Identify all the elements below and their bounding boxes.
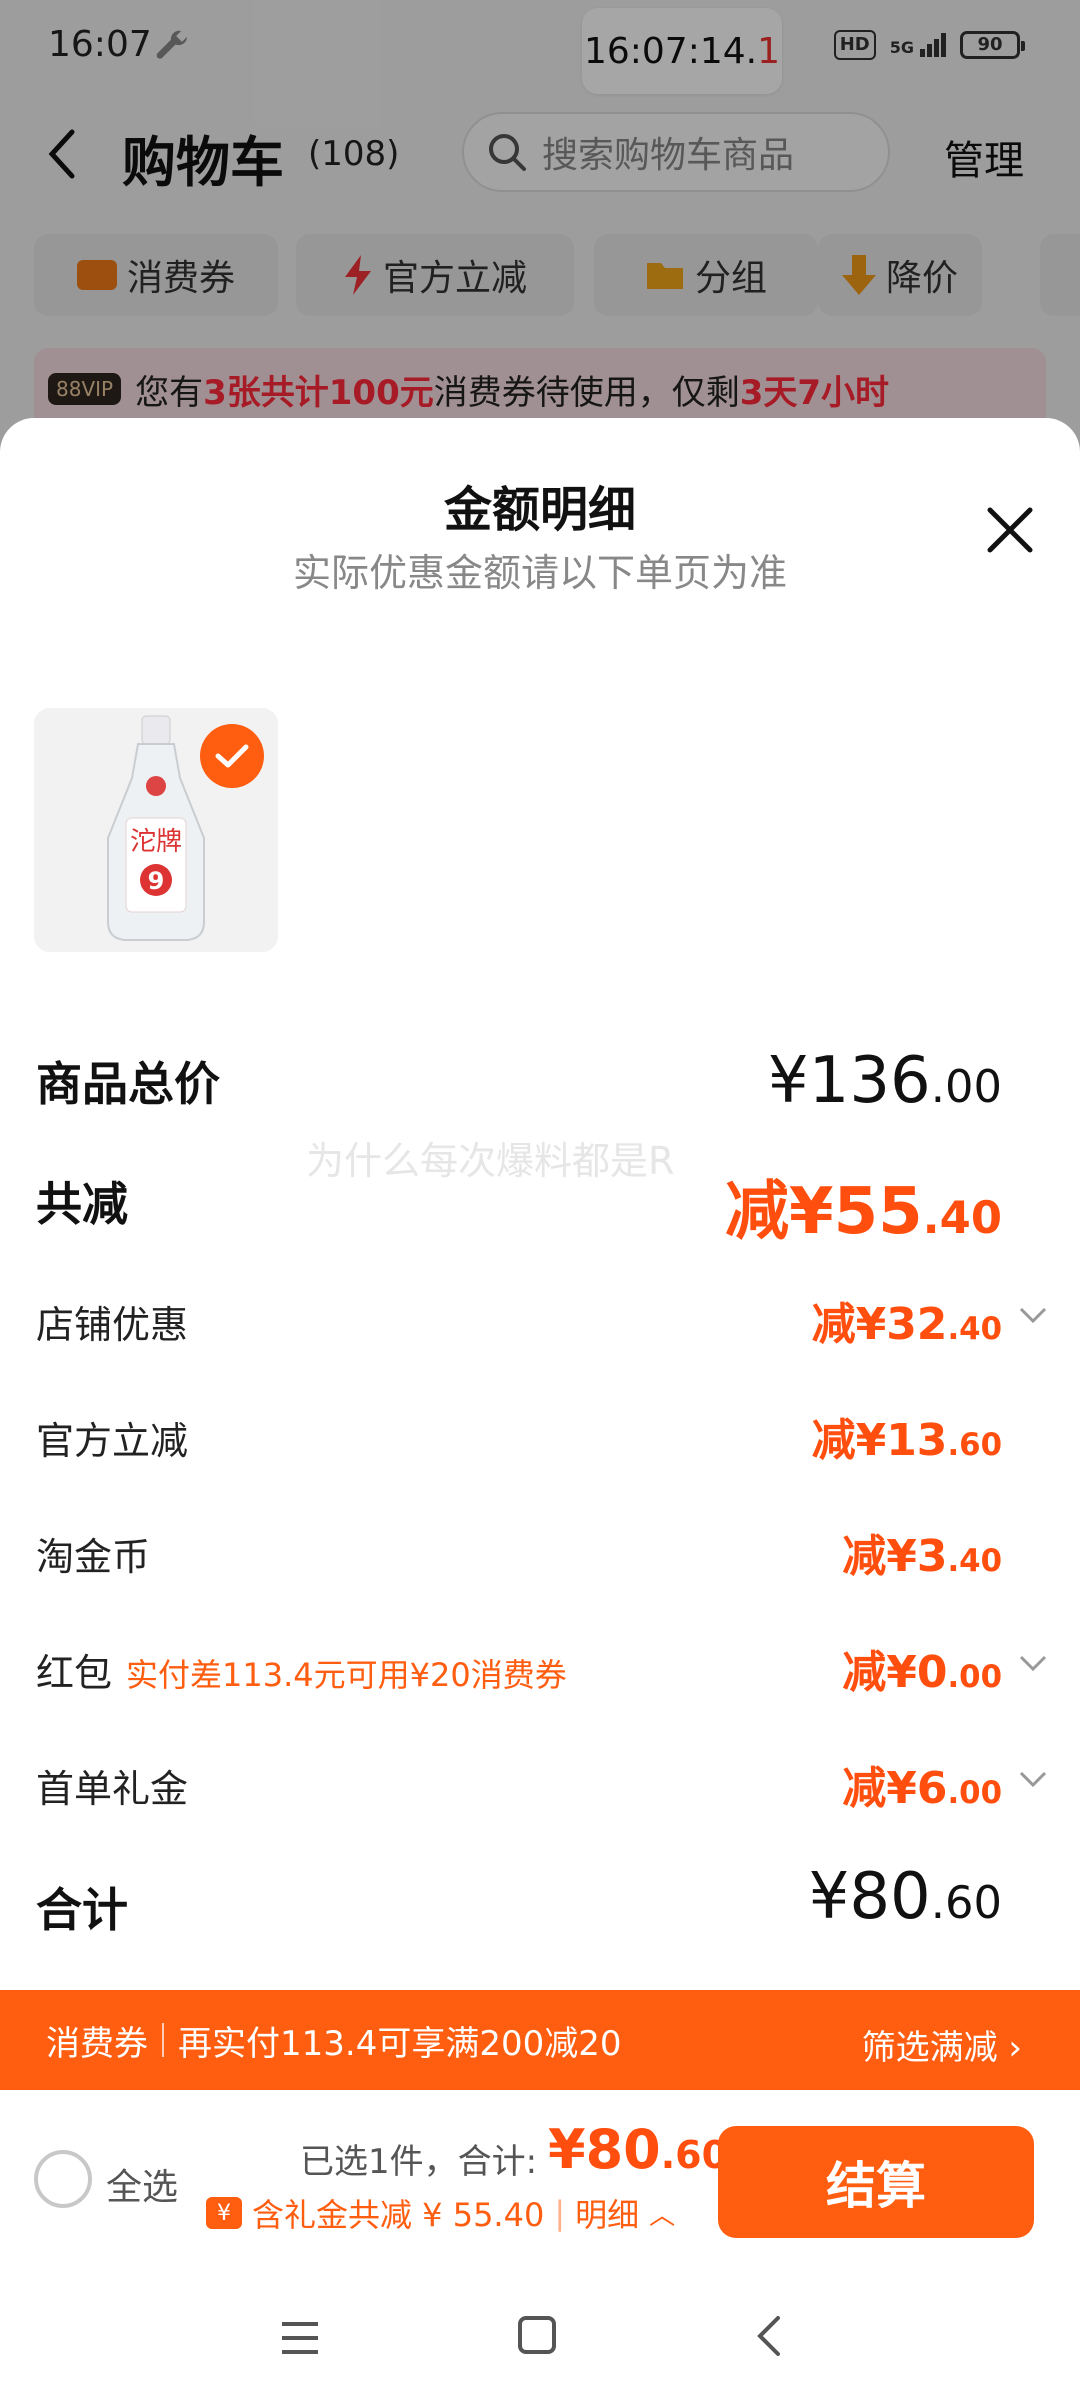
divider: | [554,2194,566,2232]
row-label-total-discount: 共减 [36,1177,128,1231]
coupon-bar-text: 再实付113.4可享满200减20 [178,2023,622,2064]
selected-count-text: 已选1件，合计: [300,2142,538,2182]
divider [162,2023,164,2057]
total-price: ¥80.60 [548,2118,728,2181]
row-value-taojin-coins: 减¥3.40 [842,1520,1002,1584]
value-decimal: .40 [947,1543,1002,1579]
svg-text:沱牌: 沱牌 [130,827,182,857]
value-decimal: .40 [922,1191,1002,1244]
value-decimal: .60 [930,1876,1002,1929]
row-value-grand-total: ¥80.60 [809,1860,1002,1934]
chevron-right-icon: › [1008,2028,1022,2068]
red-packet-note: 实付差113.4元可用¥20消费券 [126,1656,567,1694]
value-main: 减¥6 [842,1763,948,1814]
value-main: ¥136 [767,1044,931,1118]
svg-text:9: 9 [148,867,165,895]
menu-icon[interactable] [278,2318,322,2358]
value-main: 减¥0 [842,1647,948,1698]
filter-link-label: 筛选满减 [861,2028,998,2068]
gift-text: 含礼金共减 ¥ 55.40 [252,2196,545,2234]
row-label-grand-total: 合计 [36,1883,128,1937]
sheet-title: 金额明细 [443,482,636,538]
coupon-promo-bar[interactable]: 消费券 再实付113.4可享满200减20 筛选满减 › [0,1990,1080,2090]
row-label-subtotal: 商品总价 [36,1057,220,1111]
value-decimal: .60 [947,1427,1002,1463]
row-label-red-packet: 红包 实付差113.4元可用¥20消费券 [36,1642,567,1697]
watermark-text: 为什么每次爆料都是R [306,1139,675,1183]
row-value-red-packet[interactable]: 减¥0.00 [842,1636,1002,1700]
select-all-label[interactable]: 全选 [106,2158,178,2210]
row-label-store-discount: 店铺优惠 [36,1303,189,1347]
value-main: 减¥13 [811,1415,948,1466]
coupon-bar-label: 消费券 [46,2023,148,2064]
row-value-store-discount[interactable]: 减¥32.40 [812,1288,1002,1352]
sheet-subtitle: 实际优惠金额请以下单页为准 [292,551,787,595]
value-decimal: .00 [947,1659,1002,1695]
row-value-first-order-gift[interactable]: 减¥6.00 [842,1752,1002,1816]
row-value-subtotal: ¥136.00 [768,1044,1002,1118]
value-decimal: .00 [930,1060,1002,1113]
selected-check-icon[interactable] [200,724,264,788]
row-label-first-order-gift: 首单礼金 [36,1767,189,1811]
value-main: ¥80 [808,1860,931,1934]
chevron-down-icon[interactable] [1018,1654,1048,1674]
chevron-up-icon: ︿ [649,2200,676,2231]
value-main: 减¥32 [811,1299,948,1350]
row-label-official-discount: 官方立减 [36,1419,189,1463]
filter-discount-link[interactable]: 筛选满减 › [862,2020,1022,2069]
checkout-button[interactable]: 结算 [718,2126,1034,2238]
chevron-down-icon[interactable] [1018,1306,1048,1326]
red-packet-label: 红包 [36,1651,113,1695]
row-value-total-discount: 减¥55.40 [725,1160,1002,1252]
detail-toggle[interactable]: 明细 [575,2190,639,2236]
home-icon[interactable] [516,2314,558,2356]
total-main: ¥80 [548,2118,661,2181]
gift-summary[interactable]: ¥ 含礼金共减 ¥ 55.40 | 明细 ︿ [206,2190,675,2236]
nav-back-icon[interactable] [754,2314,784,2358]
coupon-yen-icon: ¥ [206,2197,242,2229]
value-decimal: .00 [947,1775,1002,1811]
select-all-radio[interactable] [34,2150,92,2208]
value-decimal: .40 [947,1311,1002,1347]
chevron-down-icon[interactable] [1018,1770,1048,1790]
row-label-taojin-coins: 淘金币 [36,1535,151,1579]
value-main: 减¥3 [842,1531,948,1582]
value-main: 减¥55 [725,1175,923,1249]
row-value-official-discount: 减¥13.60 [812,1404,1002,1468]
close-icon[interactable] [984,504,1036,556]
